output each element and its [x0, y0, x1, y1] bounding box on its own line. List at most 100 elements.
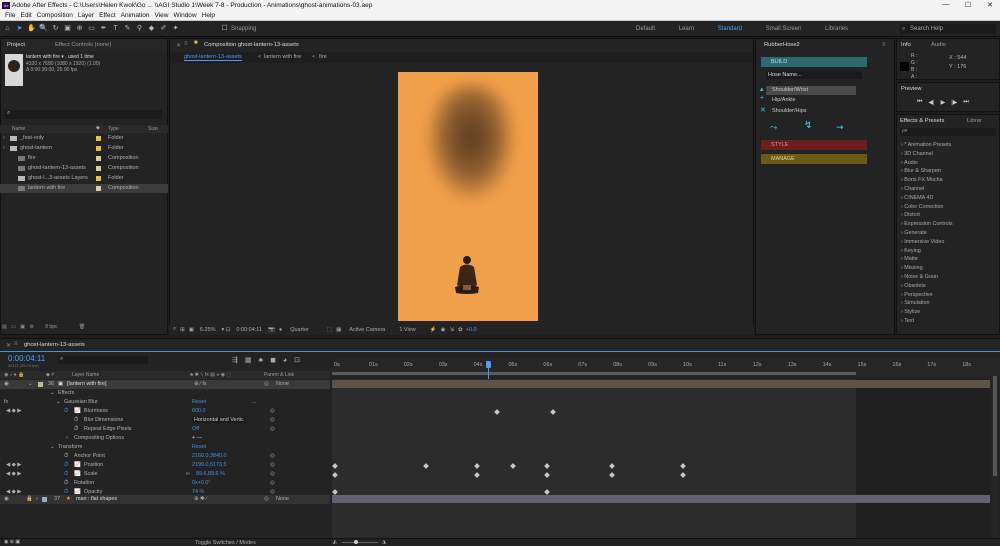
zoom-dropdown[interactable]: 6.25% — [200, 327, 216, 333]
project-item[interactable]: fire Composition — [0, 154, 168, 163]
interpret-footage-icon[interactable]: ▤ — [2, 324, 7, 330]
label-color-swatch[interactable] — [42, 497, 47, 502]
parent-pick-whip-icon[interactable]: ◎ — [264, 381, 269, 387]
close-button[interactable]: ✕ — [980, 1, 1000, 9]
stopwatch-icon[interactable]: ⏱ — [64, 480, 68, 487]
pick-whip-icon[interactable]: ◎ — [270, 426, 275, 432]
add-hose-icon[interactable]: + — [760, 95, 764, 102]
zoom-slider-thumb[interactable] — [354, 540, 358, 544]
blurriness-row[interactable]: ◀ ◆ ▶ ⏱ 📈 Blurriness 600.0 ◎ — [0, 407, 330, 416]
effect-category[interactable]: › Immersive Video — [901, 239, 944, 245]
effect-category[interactable]: › Missing — [901, 265, 923, 271]
hose-up-icon[interactable]: ▴ — [760, 85, 764, 93]
menu-composition[interactable]: Composition — [37, 12, 73, 19]
rotation-row[interactable]: ⏱ Rotation 0x+0.0° ◎ — [0, 479, 330, 488]
label-color-swatch[interactable] — [38, 382, 43, 387]
search-help-input[interactable]: ⌕ Search Help — [900, 24, 996, 34]
workspace-learn[interactable]: Learn — [679, 26, 694, 32]
layer-search-input[interactable]: ⌕ — [58, 356, 148, 364]
effect-category[interactable]: › Expression Controls — [901, 221, 953, 227]
keyframe-navigator[interactable]: ◀ ◆ ▶ — [6, 408, 21, 414]
home-icon[interactable]: ⌂ — [3, 24, 12, 33]
repeat-edge-value[interactable]: Off — [192, 426, 199, 432]
eraser-tool-icon[interactable]: ◆ — [147, 24, 156, 33]
tab-info[interactable]: Info — [901, 42, 911, 48]
tab-libraries[interactable]: Librar — [967, 118, 982, 124]
fast-preview-icon[interactable]: ⚡ — [430, 327, 437, 333]
position-value[interactable]: 2199.0,5173.5 — [192, 462, 226, 468]
effect-category[interactable]: › Stylize — [901, 309, 920, 315]
transform-reset[interactable]: Reset — [192, 444, 206, 450]
puppet-tool-icon[interactable]: ✦ — [171, 24, 180, 33]
breadcrumb-ghost-lantern[interactable]: ghost-lantern-13-assets — [184, 54, 242, 61]
exposure-value[interactable]: +0.0 — [466, 327, 477, 333]
project-item[interactable]: ghost-l...3-assets Layers Folder — [0, 174, 168, 183]
gaussian-blur-group[interactable]: fx ⌄ Gaussian Blur Reset ... — [0, 398, 330, 407]
label-color-swatch[interactable] — [96, 146, 101, 151]
blur-dimensions-row[interactable]: ⏱ Blur Dimensions Horizontal and Vertic … — [0, 416, 330, 425]
hose-option-shoulder-wrist[interactable]: Shoulder/Wrist — [766, 86, 856, 95]
position-row[interactable]: ◀ ◆ ▶ ⏱ 📈 Position 2199.0,5173.5 ◎ — [0, 461, 330, 470]
last-frame-icon[interactable]: ⏭ — [963, 99, 968, 106]
effect-category[interactable]: › * Animation Presets — [901, 142, 951, 148]
fx-icon[interactable]: fx — [4, 399, 8, 405]
project-settings-icon[interactable]: ⚙ — [29, 324, 33, 330]
bpc-label[interactable]: 8 bpc — [45, 324, 57, 330]
pick-whip-icon[interactable]: ◎ — [270, 471, 275, 477]
layer-36-bar[interactable] — [332, 380, 990, 388]
timeline-scrollbar[interactable] — [992, 370, 998, 546]
visibility-icon[interactable]: ◉ — [4, 496, 9, 502]
workspace-default[interactable]: Default — [636, 26, 655, 32]
compositing-options-buttons[interactable]: + — — [192, 435, 202, 441]
menu-effect[interactable]: Effect — [99, 12, 116, 19]
expand-icon[interactable]: › — [3, 135, 5, 141]
parent-dropdown[interactable]: None — [276, 496, 289, 502]
effect-category[interactable]: › Text — [901, 318, 914, 324]
graph-icon[interactable]: 📈 — [74, 471, 81, 477]
pen-tool-icon[interactable]: ✒ — [99, 24, 108, 33]
motion-blur-icon[interactable]: ◕ — [283, 357, 287, 364]
rig-bend-icon[interactable]: ↯ — [804, 120, 812, 131]
project-item[interactable]: › ghost-lantern Folder — [0, 144, 168, 153]
transparency-grid-icon[interactable]: ▦ — [336, 327, 341, 333]
graph-icon[interactable]: 📈 — [74, 462, 81, 468]
build-section[interactable]: BUILD — [761, 57, 867, 67]
frame-blending-icon[interactable]: ◼ — [270, 356, 276, 364]
effects-group[interactable]: ⌄ Effects — [0, 389, 330, 398]
workspace-small-screen[interactable]: Small Screen — [766, 26, 802, 32]
effect-category[interactable]: › Color Correction — [901, 204, 944, 210]
menu-icon[interactable]: ≡ — [184, 41, 188, 47]
label-color-swatch[interactable] — [96, 186, 101, 191]
label-color-swatch[interactable] — [96, 156, 101, 161]
effect-category[interactable]: › Audio — [901, 160, 918, 166]
menu-file[interactable]: File — [5, 12, 15, 19]
first-frame-icon[interactable]: ⏮ — [917, 99, 922, 106]
gaussian-blur-reset[interactable]: Reset — [192, 399, 206, 405]
shy-layers-icon[interactable]: ♣ — [259, 357, 264, 364]
expand-icon[interactable]: ⌄ — [56, 399, 61, 405]
parent-pick-whip-icon[interactable]: ◎ — [264, 496, 269, 502]
pan-behind-tool-icon[interactable]: ⊕ — [75, 24, 84, 33]
hose-name-input[interactable]: Hose Name... — [766, 71, 862, 79]
project-item[interactable]: lantern with fire Composition — [0, 184, 168, 193]
blur-dimensions-dropdown[interactable]: Horizontal and Vertic — [192, 417, 246, 423]
zoom-slider[interactable] — [342, 540, 378, 544]
maximize-button[interactable]: ☐ — [958, 1, 978, 9]
project-item[interactable]: › _fest-only Folder — [0, 134, 168, 143]
pick-whip-icon[interactable]: ◎ — [270, 453, 275, 459]
effect-category[interactable]: › Distort — [901, 212, 920, 218]
expand-icon[interactable]: › — [66, 435, 68, 441]
tab-timeline[interactable]: ghost-lantern-13-assets — [24, 342, 85, 348]
parent-dropdown[interactable]: None — [276, 381, 289, 387]
effect-category[interactable]: › Generate — [901, 230, 927, 236]
effect-category[interactable]: › Perspective — [901, 292, 932, 298]
column-type[interactable]: Type — [108, 126, 119, 132]
region-of-interest-icon[interactable]: ⬚ — [327, 327, 332, 333]
delete-icon[interactable]: 🗑 — [79, 324, 85, 330]
comp-flowchart-icon[interactable]: ⇶ — [232, 356, 238, 364]
menu-animation[interactable]: Animation — [121, 12, 150, 19]
column-size[interactable]: Size — [148, 126, 158, 132]
stopwatch-icon[interactable]: ⏱ — [64, 462, 68, 469]
graph-icon[interactable]: 📈 — [74, 408, 81, 414]
tab-effects-presets[interactable]: Effects & Presets — [900, 118, 944, 124]
